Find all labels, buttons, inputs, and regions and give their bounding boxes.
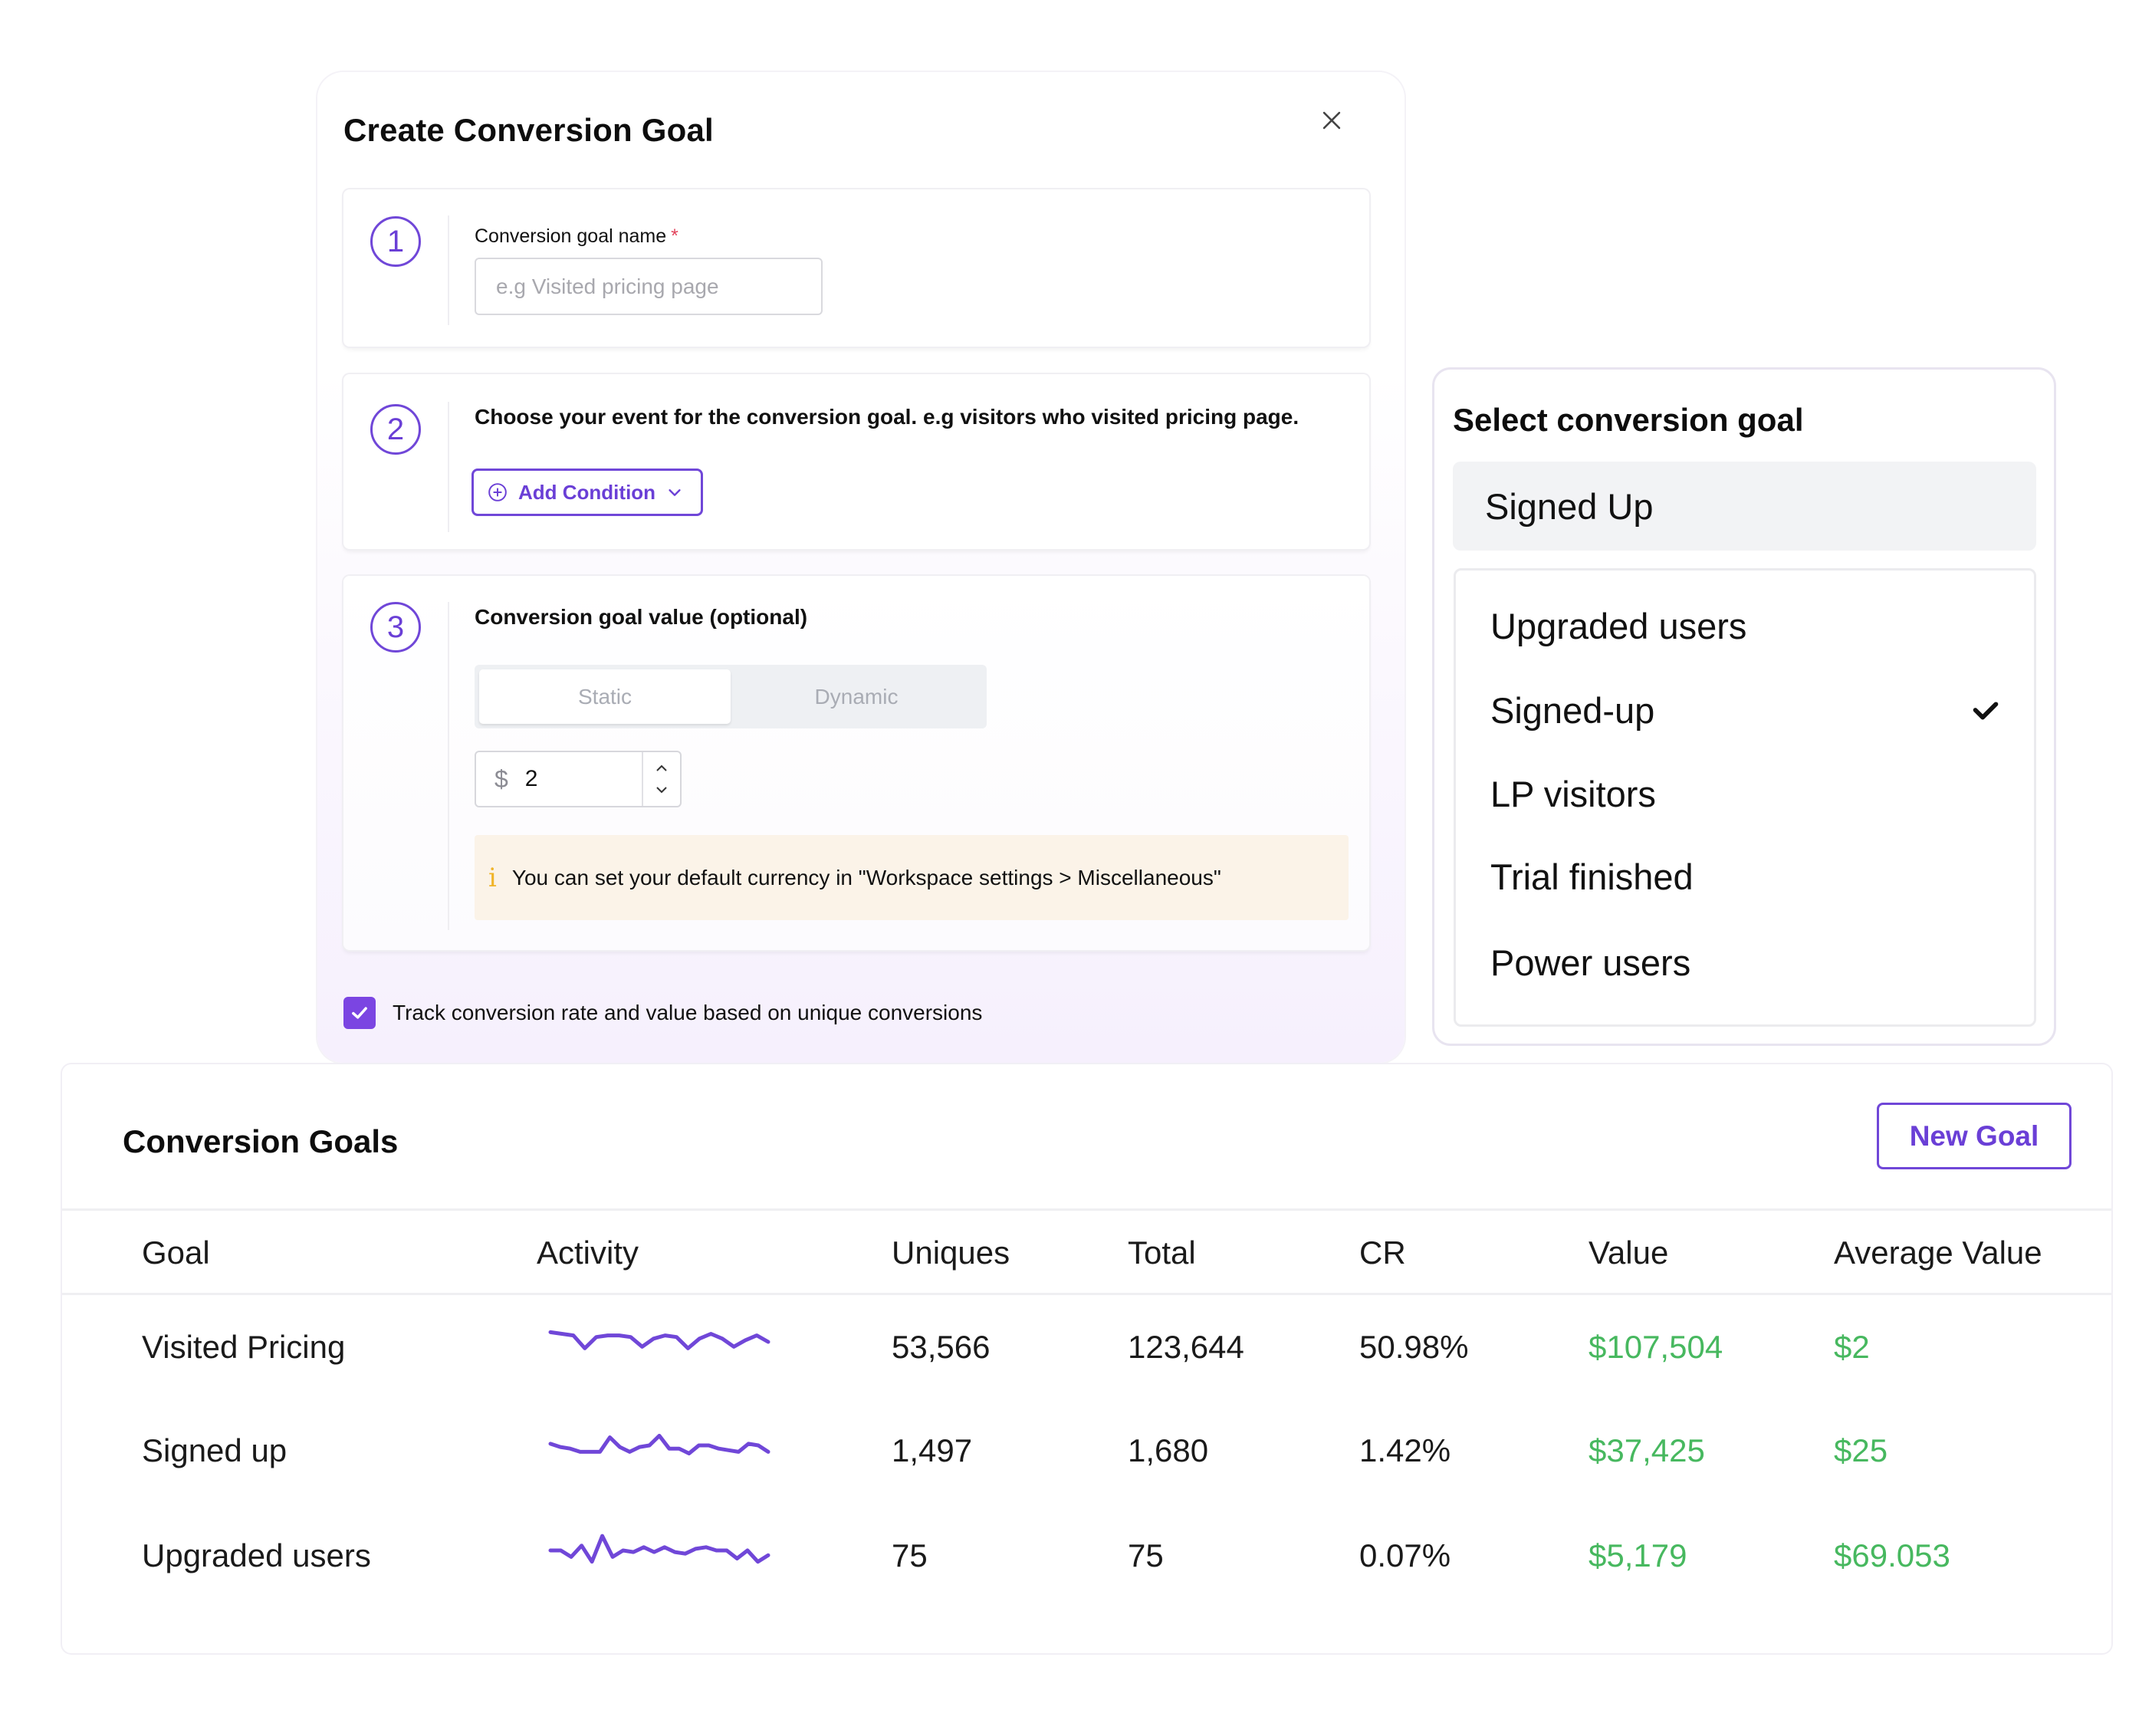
goal-value-stepper[interactable]: $ 2: [475, 751, 682, 807]
step-divider: [448, 602, 449, 930]
uniques-cell: 53,566: [892, 1329, 991, 1365]
value-cell: $37,425: [1589, 1432, 1705, 1468]
divider: [62, 1208, 2111, 1211]
chevron-down-icon: [669, 489, 681, 496]
goal-select-field[interactable]: Signed Up: [1453, 462, 2036, 551]
select-panel-title: Select conversion goal: [1453, 402, 1804, 438]
activity-sparkline: [548, 1330, 770, 1350]
create-conversion-goal-modal: Create Conversion Goal 1 Conversion goal…: [317, 72, 1405, 1063]
required-marker: *: [671, 225, 678, 247]
column-header-total[interactable]: Total: [1128, 1235, 1196, 1271]
option-trial-finished[interactable]: Trial finished: [1490, 842, 2003, 911]
goal-cell: Signed up: [142, 1432, 287, 1468]
step-divider: [448, 402, 449, 532]
column-header-value[interactable]: Value: [1589, 1235, 1668, 1271]
chevron-up-icon: [656, 764, 667, 771]
step-1-card: 1 Conversion goal name *: [343, 189, 1369, 347]
column-header-average-value[interactable]: Average Value: [1834, 1235, 2042, 1271]
uniques-cell: 75: [892, 1537, 928, 1573]
track-unique-checkbox[interactable]: [343, 997, 376, 1029]
uniques-cell: 1,497: [892, 1432, 973, 1468]
average-value-cell: $2: [1834, 1329, 1870, 1365]
cr-cell: 0.07%: [1359, 1537, 1451, 1573]
checkmark-icon: [352, 1007, 367, 1019]
option-lp-visitors[interactable]: LP visitors: [1490, 759, 2003, 828]
check-icon: [1973, 702, 1999, 720]
currency-info-banner: i You can set your default currency in "…: [475, 835, 1349, 920]
goal-cell: Upgraded users: [142, 1537, 371, 1573]
value-cell: $5,179: [1589, 1537, 1687, 1573]
goal-options-list: Upgraded users Signed-up LP visitors Tri…: [1454, 568, 2036, 1027]
option-power-users[interactable]: Power users: [1490, 928, 2003, 997]
option-upgraded-users[interactable]: Upgraded users: [1490, 591, 2003, 660]
plus-circle-icon: [488, 483, 507, 501]
info-icon: i: [488, 862, 497, 893]
sparkline-path: [548, 1534, 770, 1564]
add-condition-button[interactable]: Add Condition: [471, 469, 703, 516]
average-value-cell: $69.053: [1834, 1537, 1950, 1573]
step-number-2: 2: [370, 404, 421, 455]
new-goal-button[interactable]: New Goal: [1877, 1103, 2072, 1169]
column-header-cr[interactable]: CR: [1359, 1235, 1406, 1271]
info-text: You can set your default currency in "Wo…: [511, 865, 1221, 889]
goal-name-label-text: Conversion goal name: [475, 225, 667, 247]
column-header-activity[interactable]: Activity: [537, 1235, 639, 1271]
goal-cell: Visited Pricing: [142, 1329, 346, 1365]
option-label: LP visitors: [1490, 773, 1656, 814]
sparkline-path: [548, 1433, 770, 1455]
option-label: Power users: [1490, 942, 1691, 983]
track-unique-row: Track conversion rate and value based on…: [343, 997, 982, 1029]
option-signed-up[interactable]: Signed-up: [1490, 676, 2003, 745]
goal-name-label: Conversion goal name *: [475, 225, 678, 248]
activity-sparkline: [548, 1433, 770, 1455]
modal-title: Create Conversion Goal: [343, 112, 714, 148]
step-number-1: 1: [370, 216, 421, 267]
average-value-cell: $25: [1834, 1432, 1888, 1468]
event-heading: Choose your event for the conversion goa…: [475, 405, 1299, 429]
activity-sparkline: [548, 1534, 770, 1564]
cr-cell: 1.42%: [1359, 1432, 1451, 1468]
decrement-button[interactable]: [654, 784, 669, 795]
cr-cell: 50.98%: [1359, 1329, 1469, 1365]
option-label: Upgraded users: [1490, 605, 1747, 646]
select-conversion-goal-panel: Select conversion goal Signed Up Upgrade…: [1432, 367, 2056, 1046]
segment-dynamic[interactable]: Dynamic: [731, 669, 982, 724]
sparkline-path: [548, 1330, 770, 1350]
segment-static[interactable]: Static: [479, 669, 731, 724]
chevron-down-icon: [656, 787, 667, 794]
step-3-card: 3 Conversion goal value (optional) Stati…: [343, 576, 1369, 950]
track-unique-label: Track conversion rate and value based on…: [393, 1001, 983, 1024]
close-button[interactable]: [1319, 107, 1345, 133]
step-divider: [448, 215, 449, 325]
option-label: Trial finished: [1490, 856, 1694, 897]
conversion-goals-title: Conversion Goals: [123, 1123, 399, 1159]
divider: [62, 1293, 2111, 1295]
option-label: Signed-up: [1490, 689, 1655, 731]
goal-value-input[interactable]: 2: [525, 766, 642, 792]
goal-name-input[interactable]: [475, 258, 823, 315]
close-icon: [1322, 111, 1341, 130]
step-number-3: 3: [370, 602, 421, 653]
goal-value-heading: Conversion goal value (optional): [475, 605, 808, 629]
column-header-uniques[interactable]: Uniques: [892, 1235, 1010, 1271]
total-cell: 1,680: [1128, 1432, 1209, 1468]
stepper-controls: [642, 752, 680, 806]
add-condition-label: Add Condition: [518, 480, 656, 504]
conversion-goals-card: Conversion Goals New Goal Goal Activity …: [62, 1064, 2111, 1653]
value-cell: $107,504: [1589, 1329, 1723, 1365]
total-cell: 123,644: [1128, 1329, 1244, 1365]
step-2-card: 2 Choose your event for the conversion g…: [343, 374, 1369, 549]
total-cell: 75: [1128, 1537, 1164, 1573]
currency-symbol: $: [494, 764, 508, 793]
value-type-toggle: Static Dynamic: [475, 665, 987, 728]
column-header-goal[interactable]: Goal: [142, 1235, 210, 1271]
increment-button[interactable]: [654, 763, 669, 774]
